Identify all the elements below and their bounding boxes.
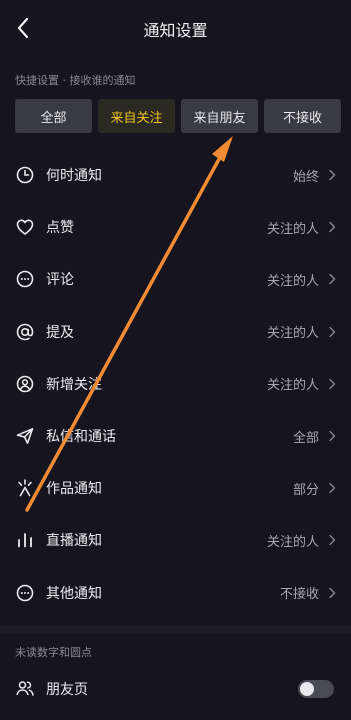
option-following-button[interactable]: 来自关注 bbox=[98, 99, 175, 133]
list-item-label: 其他通知 bbox=[46, 585, 102, 602]
list-item-label: 直播通知 bbox=[46, 533, 102, 550]
option-none-button[interactable]: 不接收 bbox=[264, 99, 341, 133]
chevron-right-icon bbox=[329, 587, 336, 598]
list-item-mentions[interactable]: 提及 关注的人 bbox=[0, 306, 351, 358]
option-friends-button[interactable]: 来自朋友 bbox=[181, 99, 258, 133]
list-item-messages-calls[interactable]: 私信和通话 全部 bbox=[0, 410, 351, 462]
list-item-value: 始终 bbox=[292, 169, 319, 185]
toggle-knob bbox=[300, 682, 314, 696]
list-item-label: 作品通知 bbox=[46, 481, 102, 498]
comment-icon bbox=[16, 271, 34, 288]
list-item-new-followers[interactable]: 新增关注 关注的人 bbox=[0, 358, 351, 410]
chevron-right-icon bbox=[329, 378, 336, 390]
list-item-label: 点赞 bbox=[46, 220, 74, 237]
list-item-comments[interactable]: 评论 关注的人 bbox=[0, 253, 351, 305]
more-circle-icon bbox=[16, 584, 34, 601]
list-item-value: 全部 bbox=[292, 430, 319, 446]
badge-section-label: 未读数字和圆点 bbox=[15, 646, 92, 659]
send-icon bbox=[16, 428, 34, 445]
friends-page-toggle[interactable] bbox=[298, 680, 334, 698]
list-item-live[interactable]: 直播通知 关注的人 bbox=[0, 514, 351, 566]
at-icon bbox=[16, 323, 34, 340]
list-item-value: 关注的人 bbox=[266, 378, 319, 394]
list-item-when-notify[interactable]: 何时通知 始终 bbox=[0, 149, 351, 201]
list-item-value: 部分 bbox=[292, 482, 319, 498]
spark-icon bbox=[18, 479, 32, 497]
receive-from-selector: 全部 来自关注 来自朋友 不接收 bbox=[15, 99, 341, 133]
list-item-label: 提及 bbox=[46, 324, 74, 341]
option-all-button[interactable]: 全部 bbox=[15, 99, 92, 133]
chevron-right-icon bbox=[329, 430, 336, 442]
top-bar: 通知设置 bbox=[0, 0, 351, 56]
list-item-label: 新增关注 bbox=[46, 376, 102, 393]
list-item-likes[interactable]: 点赞 关注的人 bbox=[0, 201, 351, 253]
list-item-label: 私信和通话 bbox=[46, 429, 116, 446]
list-item-label: 评论 bbox=[46, 272, 74, 289]
user-add-icon bbox=[16, 375, 34, 393]
page-title: 通知设置 bbox=[143, 21, 208, 40]
section-divider bbox=[0, 626, 351, 634]
clock-icon bbox=[16, 166, 34, 184]
quick-settings-label: 快捷设置 · 接收谁的通知 bbox=[15, 74, 136, 87]
live-bars-icon bbox=[18, 533, 32, 548]
chevron-right-icon bbox=[329, 222, 336, 233]
chevron-right-icon bbox=[329, 483, 336, 494]
notification-settings-list: 何时通知 始终 点赞 关注的人 评论 关注的人 提及 关注的人 新增关注 关注的… bbox=[0, 149, 351, 619]
list-item-value: 关注的人 bbox=[266, 273, 319, 289]
list-item-other[interactable]: 其他通知 不接收 bbox=[0, 567, 351, 619]
chevron-right-icon bbox=[329, 274, 336, 285]
list-item-value: 关注的人 bbox=[266, 534, 319, 550]
list-item-works[interactable]: 作品通知 部分 bbox=[0, 462, 351, 514]
list-item-value: 关注的人 bbox=[266, 326, 319, 342]
list-item-value: 关注的人 bbox=[266, 221, 319, 237]
list-item-value: 不接收 bbox=[279, 587, 319, 603]
heart-icon bbox=[16, 219, 34, 236]
chevron-right-icon bbox=[329, 535, 336, 546]
list-item-label: 何时通知 bbox=[46, 168, 102, 185]
chevron-right-icon bbox=[329, 169, 336, 181]
friends-page-label: 朋友页 bbox=[46, 682, 88, 698]
friends-icon bbox=[16, 681, 34, 696]
list-item-friends-page: 朋友页 bbox=[0, 666, 351, 710]
chevron-right-icon bbox=[329, 326, 336, 337]
